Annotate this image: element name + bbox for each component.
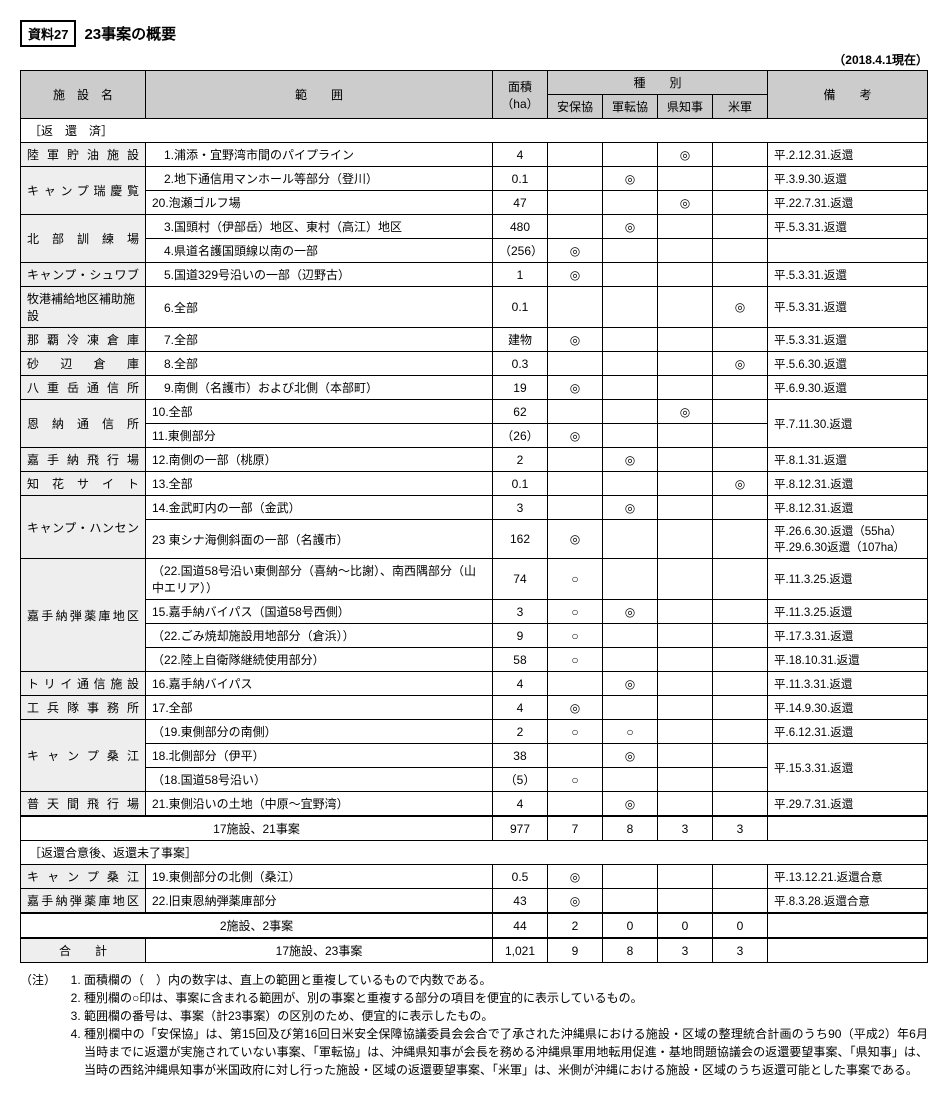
table-row: 恩納通信所10.全部62◎平.7.11.30.返還 [21,400,928,424]
facility-cell: トリイ通信施設 [21,672,146,696]
notes-label: （注） [20,971,64,1079]
doc-label: 資料27 [20,20,76,47]
facility-cell: 恩納通信所 [21,400,146,448]
notes-block: （注） 面積欄の（ ）内の数字は、直上の範囲と重複しているもので内数である。種別… [20,971,928,1079]
table-row: トリイ通信施設16.嘉手納バイパス4◎平.11.3.31.返還 [21,672,928,696]
facility-cell: キャンプ桑江 [21,865,146,889]
table-row: 北部訓練場 3.国頭村（伊部岳）地区、東村（高江）地区480◎平.5.3.31.… [21,215,928,239]
facility-cell: キャンプ・シュワブ [21,263,146,287]
note-item: 種別欄の○印は、事案に含まれる範囲が、別の事案と重複する部分の項目を便宜的に表示… [84,989,928,1007]
summary-row: 合 計17施設、23事案1,0219833 [21,938,928,963]
facility-cell: 嘉手納飛行場 [21,448,146,472]
table-row: 23 東シナ海側斜面の一部（名護市）162◎平.26.6.30.返還（55ha）… [21,520,928,559]
summary-row: 2施設、2事案442000 [21,913,928,938]
facility-cell: 普天間飛行場 [21,792,146,817]
doc-header: 資料27 23事案の概要 [20,20,928,47]
total-label: 合 計 [21,938,146,963]
table-row: （22.陸上自衛隊継続使用部分）58○平.18.10.31.返還 [21,648,928,672]
table-row: 嘉手納弾薬庫地区（22.国道58号沿い東側部分（喜納～比謝）、南西隅部分（山中エ… [21,559,928,600]
facility-cell: 砂辺倉庫 [21,352,146,376]
note-item: 種別欄中の「安保協」は、第15回及び第16回日米安全保障協議委員会会合で了承され… [84,1025,928,1079]
as-of-date: （2018.4.1現在） [20,51,928,68]
facility-cell: 那覇冷凍倉庫 [21,328,146,352]
th-remarks: 備 考 [768,71,928,119]
note-item: 面積欄の（ ）内の数字は、直上の範囲と重複しているもので内数である。 [84,971,928,989]
note-item: 範囲欄の番号は、事案（計23事案）の区別のため、便宜的に表示したもの。 [84,1007,928,1025]
table-row: 普天間飛行場 21.東側沿いの土地（中原～宜野湾）4◎平.29.7.31.返還 [21,792,928,817]
table-row: 15.嘉手納バイパス（国道58号西側）3○◎平.11.3.25.返還 [21,600,928,624]
table-row: キャンプ・シュワブ 5.国道329号沿いの一部（辺野古）1◎平.5.3.31.返… [21,263,928,287]
table-row: 嘉手納弾薬庫地区22.旧東恩納弾薬庫部分43◎平.8.3.28.返還合意 [21,889,928,914]
table-row: 牧港補給地区補助施設 6.全部0.1◎平.5.3.31.返還 [21,287,928,328]
th-type: 種 別 [547,71,767,95]
table-row: キャンプ桑江（19.東側部分の南側）2○○平.6.12.31.返還 [21,720,928,744]
th-t3: 県知事 [657,95,712,119]
table-row: 嘉手納飛行場12.南側の一部（桃原）2◎平.8.1.31.返還 [21,448,928,472]
table-row: キャンプ・ハンセン14.金武町内の一部（金武）3◎平.8.12.31.返還 [21,496,928,520]
table-row: 那覇冷凍倉庫 7.全部建物◎平.5.3.31.返還 [21,328,928,352]
notes-list: 面積欄の（ ）内の数字は、直上の範囲と重複しているもので内数である。種別欄の○印… [64,971,928,1079]
table-header: 施 設 名 範 囲 面積（ha） 種 別 備 考 安保協 軍転協 県知事 米軍 [21,71,928,119]
table-row: 4.県道名護国頭線以南の一部（256）◎ [21,239,928,263]
table-row: 砂辺倉庫 8.全部0.3◎平.5.6.30.返還 [21,352,928,376]
table-row: 陸軍貯油施設 1.浦添・宜野湾市間のパイプライン4◎平.2.12.31.返還 [21,143,928,167]
facility-cell: 嘉手納弾薬庫地区 [21,889,146,914]
th-range: 範 囲 [146,71,493,119]
table-row: 知花サイト13.全部0.1◎平.8.12.31.返還 [21,472,928,496]
table-body: ［返 還 済］陸軍貯油施設 1.浦添・宜野湾市間のパイプライン4◎平.2.12.… [21,119,928,963]
table-row: 工兵隊事務所17.全部4◎平.14.9.30.返還 [21,696,928,720]
table-row: 八重岳通信所 9.南側（名護市）および北側（本部町）19◎平.6.9.30.返還 [21,376,928,400]
facility-cell: 嘉手納弾薬庫地区 [21,559,146,672]
facility-cell: 知花サイト [21,472,146,496]
th-t1: 安保協 [547,95,602,119]
facility-cell: 陸軍貯油施設 [21,143,146,167]
section-header: ［返 還 済］ [21,119,928,143]
section-header: ［返還合意後、返還未了事案］ [21,841,928,865]
facility-cell: キャンプ・ハンセン [21,496,146,559]
table-row: 20.泡瀬ゴルフ場47◎平.22.7.31.返還 [21,191,928,215]
facility-cell: 牧港補給地区補助施設 [21,287,146,328]
doc-title: 23事案の概要 [84,23,176,44]
th-t2: 軍転協 [602,95,657,119]
table-row: 18.北側部分（伊平）38◎平.15.3.31.返還 [21,744,928,768]
table-row: キャンプ桑江19.東側部分の北側（桑江）0.5◎平.13.12.21.返還合意 [21,865,928,889]
table-row: （22.ごみ焼却施設用地部分（倉浜））9○平.17.3.31.返還 [21,624,928,648]
th-area: 面積（ha） [492,71,547,119]
facility-cell: キャンプ瑞慶覧 [21,167,146,215]
facility-cell: 八重岳通信所 [21,376,146,400]
facility-cell: 工兵隊事務所 [21,696,146,720]
th-facility: 施 設 名 [21,71,146,119]
summary-row: 17施設、21事案9777833 [21,816,928,841]
main-table: 施 設 名 範 囲 面積（ha） 種 別 備 考 安保協 軍転協 県知事 米軍 … [20,70,928,963]
th-t4: 米軍 [712,95,767,119]
facility-cell: キャンプ桑江 [21,720,146,792]
table-row: キャンプ瑞慶覧 2.地下通信用マンホール等部分（登川）0.1◎平.3.9.30.… [21,167,928,191]
facility-cell: 北部訓練場 [21,215,146,263]
